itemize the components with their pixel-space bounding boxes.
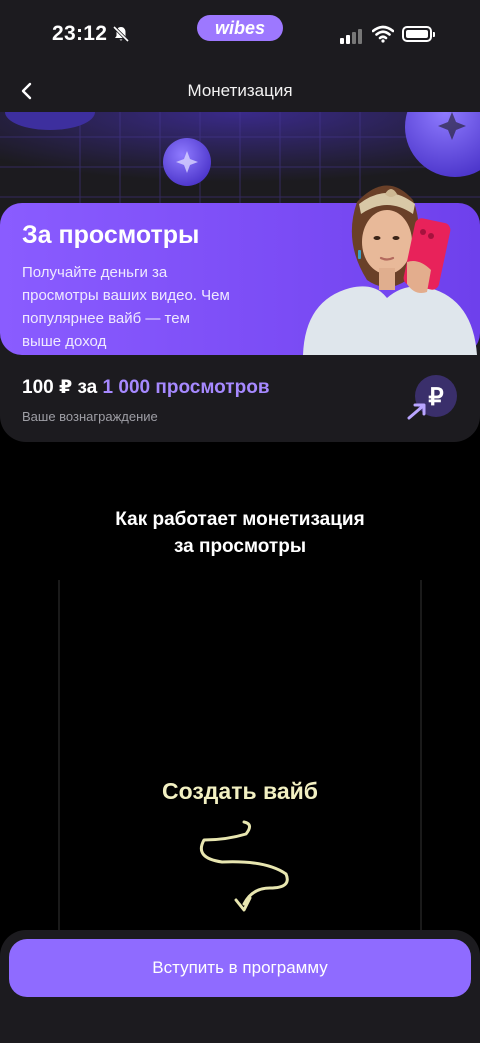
banner-title: За просмотры <box>22 221 200 249</box>
page-title: Монетизация <box>187 81 293 100</box>
cellular-signal-icon <box>340 29 362 44</box>
reward-caption: Ваше вознаграждение <box>22 409 158 424</box>
ruble-icon: ₽ <box>407 375 457 420</box>
app-pill: wibes <box>197 15 283 41</box>
video-caption: Создать вайб <box>162 778 318 804</box>
bell-off-icon <box>112 25 130 43</box>
svg-text:₽: ₽ <box>428 384 443 411</box>
reward-amount: 100 ₽ за <box>22 377 98 398</box>
reward-rate: 100 ₽ за 1 000 просмотров <box>22 376 270 399</box>
banner-description: Получайте деньги за просмотры ваших виде… <box>22 264 230 350</box>
how-it-works-title: Как работает монетизация за просмотры <box>115 509 365 557</box>
reward-views: 1 000 просмотров <box>102 377 270 398</box>
woman-with-phone-illustration <box>303 185 477 355</box>
battery-icon <box>402 26 435 42</box>
status-bar: 23:12 wibes <box>0 0 480 70</box>
status-time: 23:12 <box>52 22 108 45</box>
wifi-icon <box>372 25 394 43</box>
squiggle-arrow-icon <box>199 820 289 912</box>
nav-bar: Монетизация <box>0 70 480 112</box>
join-program-button[interactable]: Вступить в программу <box>9 939 471 997</box>
